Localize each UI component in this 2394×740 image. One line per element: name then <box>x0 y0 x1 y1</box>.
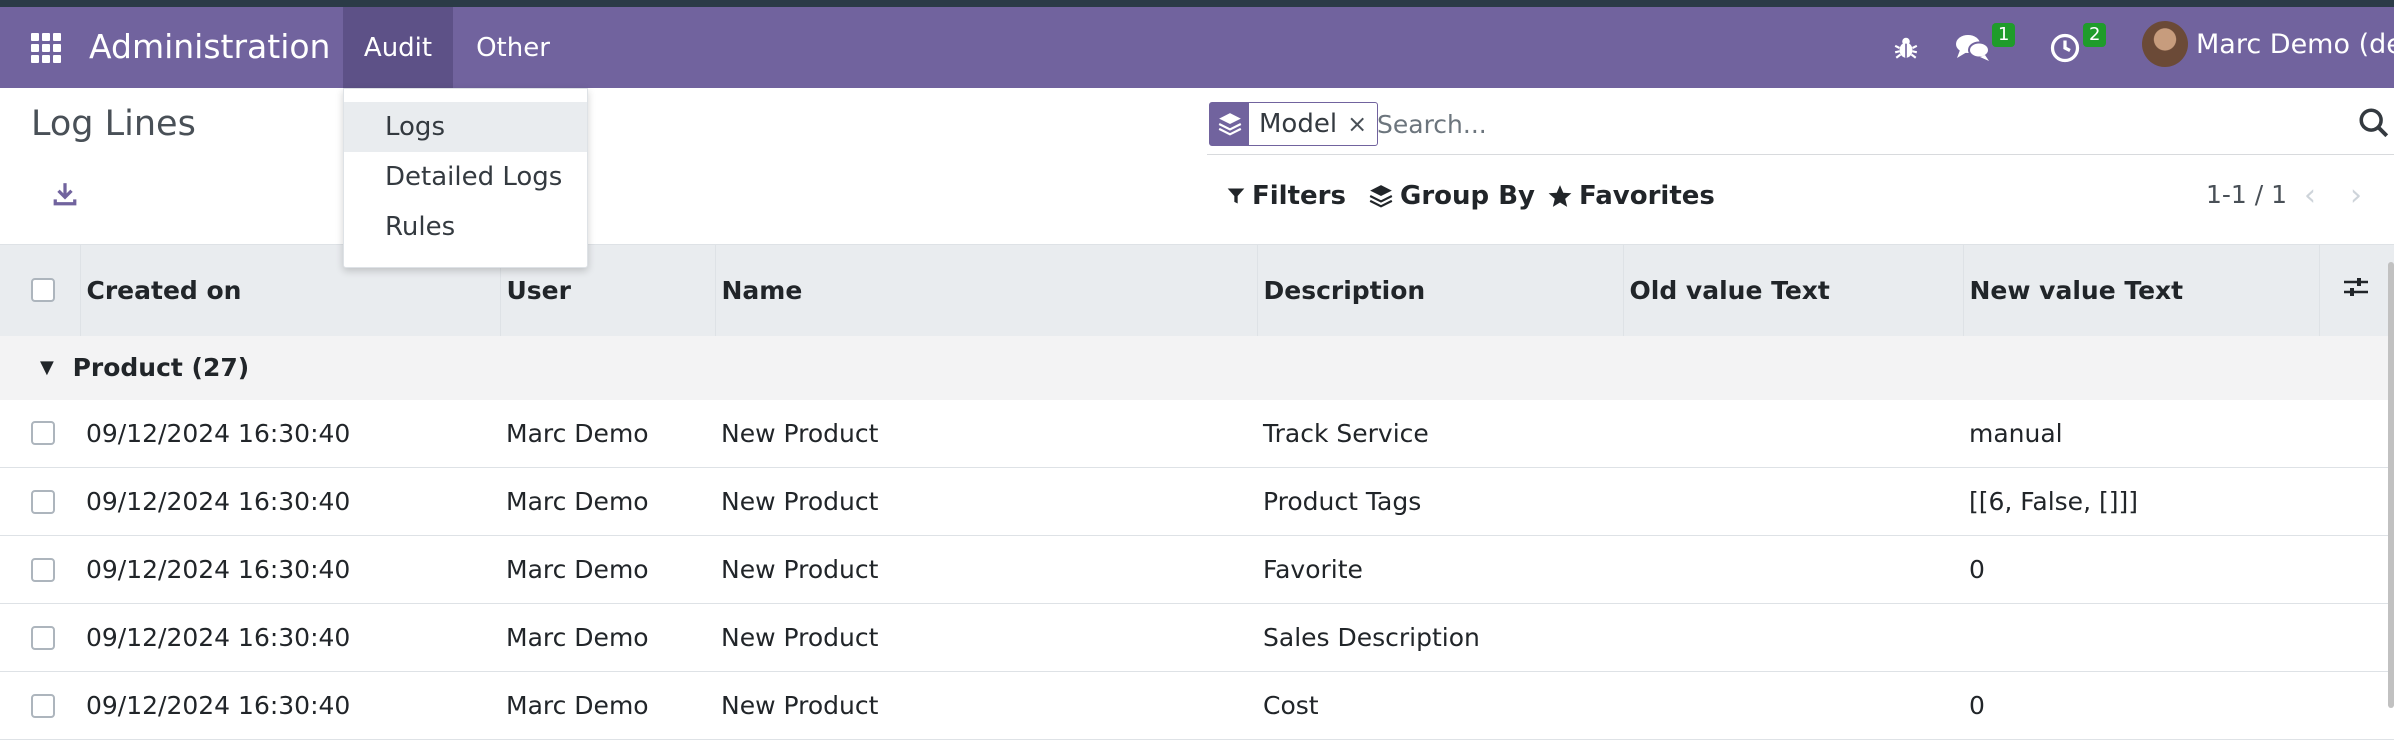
pager-value[interactable]: 1-1 / 1 <box>2206 180 2287 209</box>
cell-name: New Product <box>721 691 879 720</box>
search-icon[interactable] <box>2357 106 2391 140</box>
download-icon[interactable] <box>52 181 78 207</box>
column-header-new-value[interactable]: New value Text <box>1963 244 2320 336</box>
group-by-button[interactable]: Group By <box>1368 181 1535 211</box>
messaging-menu[interactable] <box>1955 7 1991 88</box>
search-facet-model[interactable]: Model × <box>1209 102 1379 146</box>
top-strip <box>0 0 2394 7</box>
table-row[interactable]: 09/12/2024 16:30:40 Marc Demo New Produc… <box>0 536 2394 604</box>
favorites-label: Favorites <box>1579 181 1715 211</box>
cell-name: New Product <box>721 623 879 652</box>
star-icon <box>1548 185 1572 207</box>
filters-button[interactable]: Filters <box>1226 181 1346 211</box>
cell-created-on: 09/12/2024 16:30:40 <box>86 487 351 516</box>
apps-grid-icon[interactable] <box>31 33 61 63</box>
cell-new-value: manual <box>1969 418 2063 448</box>
group-by-label: Group By <box>1400 181 1535 211</box>
avatar <box>2142 21 2188 67</box>
menu-other[interactable]: Other <box>458 7 568 88</box>
cell-new-value: 0 <box>1969 691 1985 720</box>
column-settings-icon <box>2343 278 2368 297</box>
caret-down-icon: ▼ <box>40 357 54 378</box>
cell-created-on: 09/12/2024 16:30:40 <box>86 418 351 448</box>
facet-label: Model <box>1259 109 1338 139</box>
vertical-scrollbar[interactable] <box>2388 262 2394 708</box>
cell-new-value: 0 <box>1969 555 1985 584</box>
clock-icon <box>2050 33 2080 62</box>
filter-icon <box>1227 188 1245 204</box>
app-brand[interactable]: Administration <box>89 26 330 68</box>
user-name: Marc Demo (dev) <box>2196 28 2394 60</box>
column-header-name[interactable]: Name <box>715 244 1258 336</box>
cell-user: Marc Demo <box>506 623 649 652</box>
menu-item-rules[interactable]: Rules <box>344 202 587 252</box>
log-lines-table: Created on User Name Description Old val… <box>0 244 2394 740</box>
row-checkbox[interactable] <box>31 421 55 446</box>
cell-description: Sales Description <box>1263 623 1480 652</box>
table-row[interactable]: 09/12/2024 16:30:40 Marc Demo New Produc… <box>0 604 2394 672</box>
group-row-product[interactable]: ▼ Product (27) <box>0 335 2394 400</box>
favorites-button[interactable]: Favorites <box>1547 181 1715 211</box>
table-row[interactable]: 09/12/2024 16:30:40 Marc Demo New Produc… <box>0 672 2394 740</box>
table-row[interactable]: 09/12/2024 16:30:40 Marc Demo New Produc… <box>0 400 2394 468</box>
main-navbar: Administration Audit Other 1 2 Marc Demo… <box>0 7 2394 88</box>
layers-icon <box>1369 185 1393 208</box>
search-bar: Model × <box>1207 102 2394 155</box>
filters-label: Filters <box>1252 181 1346 211</box>
cell-user: Marc Demo <box>506 418 649 448</box>
cell-created-on: 09/12/2024 16:30:40 <box>86 623 351 652</box>
cell-description: Product Tags <box>1263 487 1422 516</box>
cell-name: New Product <box>721 418 879 448</box>
cell-old-value <box>1623 672 1963 740</box>
cell-old-value <box>1623 400 1963 468</box>
search-input[interactable] <box>1375 102 2279 146</box>
table-row[interactable]: 09/12/2024 16:30:40 Marc Demo New Produc… <box>0 468 2394 536</box>
cell-created-on: 09/12/2024 16:30:40 <box>86 555 351 584</box>
activity-menu[interactable] <box>2050 7 2080 88</box>
column-header-old-value[interactable]: Old value Text <box>1623 244 1964 336</box>
chevron-left-icon[interactable]: ‹ <box>2304 178 2316 213</box>
cell-user: Marc Demo <box>506 555 649 584</box>
audit-dropdown-menu: Logs Detailed Logs Rules <box>343 88 588 268</box>
column-header-description[interactable]: Description <box>1257 244 1624 336</box>
cell-new-value <box>1963 604 2319 672</box>
row-checkbox[interactable] <box>31 489 55 514</box>
menu-item-logs[interactable]: Logs <box>344 102 587 152</box>
cell-old-value <box>1623 468 1963 536</box>
row-checkbox[interactable] <box>31 557 55 582</box>
cell-old-value <box>1623 604 1963 672</box>
chat-count-badge: 1 <box>1992 23 2016 47</box>
column-settings-toggle[interactable] <box>2319 244 2394 336</box>
debug-toggle[interactable] <box>1893 7 1919 88</box>
activity-count-badge: 2 <box>2083 23 2107 47</box>
chat-icon <box>1956 34 1990 61</box>
group-label: Product (27) <box>72 353 250 382</box>
cell-user: Marc Demo <box>506 691 649 720</box>
page-title: Log Lines <box>31 104 196 144</box>
row-checkbox[interactable] <box>31 625 55 650</box>
facet-remove-button[interactable]: × <box>1343 103 1377 145</box>
bug-icon <box>1894 37 1918 59</box>
chevron-right-icon[interactable]: › <box>2350 178 2362 213</box>
cell-user: Marc Demo <box>506 487 649 516</box>
cell-name: New Product <box>721 555 879 584</box>
cell-created-on: 09/12/2024 16:30:40 <box>86 691 351 720</box>
menu-item-detailed-logs[interactable]: Detailed Logs <box>344 152 587 202</box>
cell-old-value <box>1623 536 1963 604</box>
cell-description: Track Service <box>1263 418 1429 448</box>
cell-name: New Product <box>721 487 879 516</box>
layers-icon <box>1218 113 1241 136</box>
user-menu[interactable]: Marc Demo (dev) <box>2142 21 2394 67</box>
menu-audit[interactable]: Audit <box>343 7 453 88</box>
cell-description: Favorite <box>1263 555 1363 584</box>
row-checkbox[interactable] <box>31 693 55 718</box>
cell-description: Cost <box>1263 691 1319 720</box>
cell-new-value: [[6, False, []]] <box>1969 487 2138 516</box>
select-all-checkbox[interactable] <box>31 278 55 303</box>
